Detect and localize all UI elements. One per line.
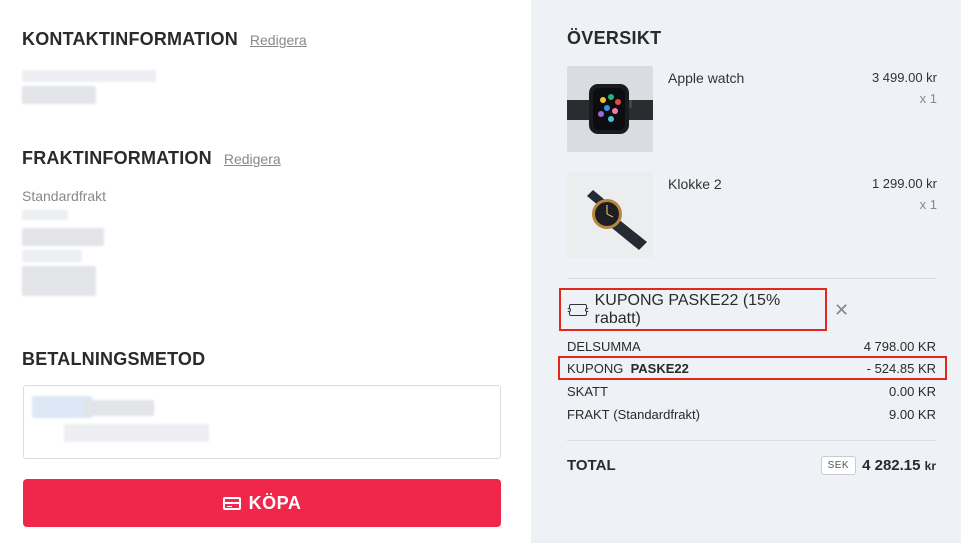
shipping-section-header: FRAKTINFORMATION Redigera [22,148,281,169]
cart-item: Klokke 2 1 299.00 kr x 1 [567,172,937,258]
redacted-address-line [22,266,96,296]
redacted-card-icon [32,396,92,418]
tax-value: 0.00 KR [889,384,936,399]
ticket-icon [567,303,589,316]
apple-watch-image [567,66,653,152]
redacted-address-line [22,250,82,262]
subtotal-label: DELSUMMA [567,339,641,354]
redacted-contact-line [22,70,156,82]
tax-label: SKATT [567,384,608,399]
total-row: TOTAL SEK 4 282.15 kr [567,456,936,475]
divider [567,278,936,279]
coupon-discount-row: KUPONG PASKE22 - 524.85 KR [567,361,936,376]
shipping-cost-label: FRAKT [567,407,610,422]
total-value: 4 282.15 [862,457,921,474]
contact-edit-link[interactable]: Redigera [250,32,307,48]
currency-badge: SEK [820,456,857,475]
overview-title: ÖVERSIKT [567,28,662,48]
total-unit: kr [924,459,936,473]
cart-item-price: 1 299.00 kr [871,176,937,191]
close-icon[interactable]: ✕ [834,301,849,319]
cart-item-quantity: x 1 [919,197,937,212]
redacted-contact-line [22,86,96,104]
coupon-code: PASKE22 [630,361,689,376]
credit-card-icon [222,496,241,510]
divider [567,440,936,441]
shipping-method-text: Standardfrakt [22,188,107,204]
applied-coupon: KUPONG PASKE22 (15% rabatt) [559,288,827,331]
cart-item-price: 3 499.00 kr [871,70,937,85]
cart-item: Apple watch 3 499.00 kr x 1 [567,66,937,152]
coupon-label: KUPONG PASKE22 (15% rabatt) [594,291,781,327]
buy-button-label: KÖPA [248,492,302,513]
shipping-cost-note: (Standardfrakt) [613,407,700,422]
redacted-address-line [22,228,104,246]
payment-method-field[interactable] [23,385,501,459]
buy-button[interactable]: KÖPA [23,479,501,527]
contact-title: KONTAKTINFORMATION [22,29,238,49]
redacted-address-line [22,210,68,220]
coupon-discount-value: - 524.85 KR [866,361,936,376]
redacted-card-number [84,400,154,416]
shipping-title: FRAKTINFORMATION [22,148,212,168]
payment-title: BETALNINGSMETOD [22,349,206,369]
shipping-cost-value: 9.00 KR [889,407,936,422]
cart-item-name: Klokke 2 [668,176,722,192]
contact-section-header: KONTAKTINFORMATION Redigera [22,29,307,50]
tax-row: SKATT 0.00 KR [567,384,936,399]
subtotal-value: 4 798.00 KR [863,339,936,354]
cart-item-quantity: x 1 [919,91,937,106]
shipping-row: FRAKT (Standardfrakt) 9.00 KR [567,407,936,422]
total-label: TOTAL [567,457,616,474]
payment-section-header: BETALNINGSMETOD [22,349,205,370]
checkout-form-panel: KONTAKTINFORMATION Redigera FRAKTINFORMA… [0,0,531,543]
subtotal-row: DELSUMMA 4 798.00 KR [567,339,936,354]
cart-item-name: Apple watch [668,70,745,86]
shipping-edit-link[interactable]: Redigera [224,151,281,167]
coupon-discount-label: KUPONG [567,361,624,376]
redacted-card-details [64,424,209,442]
wrist-watch-image [567,172,653,258]
